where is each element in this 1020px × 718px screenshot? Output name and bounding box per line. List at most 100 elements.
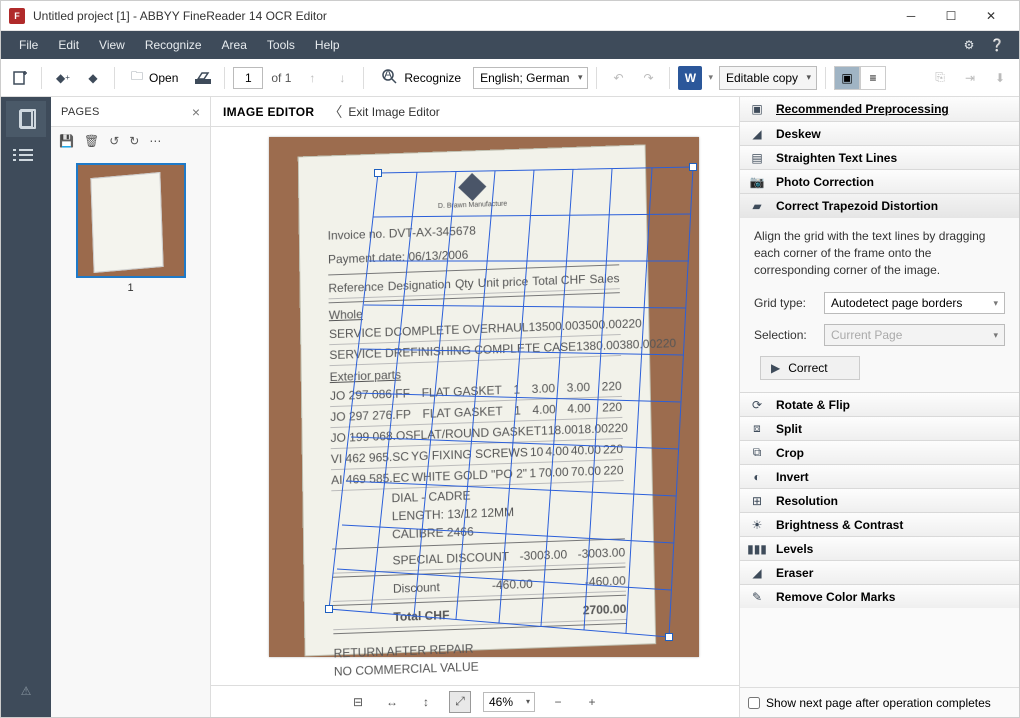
menu-area[interactable]: Area [212,34,257,56]
dropdown-caret-icon[interactable]: ▾ [706,72,715,83]
tool-deskew[interactable]: ◢ Deskew [740,121,1019,145]
tool-levels[interactable]: ▮▮▮ Levels [740,536,1019,560]
show-next-checkbox[interactable] [748,697,760,709]
word-icon[interactable]: W [678,66,702,90]
pages-stack-icon[interactable]: ◆ [80,65,106,91]
page-total-label: of 1 [267,71,295,85]
brightness-icon: ☀ [748,517,766,533]
text-view-icon[interactable]: ≡ [860,66,886,90]
selection-label: Selection: [754,328,816,342]
straighten-icon: ▤ [748,150,766,166]
zoom-select[interactable]: 46% [483,692,535,712]
tool-straighten[interactable]: ▤ Straighten Text Lines [740,145,1019,169]
maximize-button[interactable]: ☐ [931,2,971,30]
fit-width-icon[interactable]: ↔ [381,691,403,713]
recommended-icon: ▣ [748,101,766,117]
trapezoid-icon: ▰ [748,198,766,214]
settings-icon[interactable]: ⚙ [955,31,983,59]
menu-file[interactable]: File [9,34,48,56]
tool-trapezoid[interactable]: ▰ Correct Trapezoid Distortion [740,193,1019,217]
tool-brightness[interactable]: ☀ Brightness & Contrast [740,512,1019,536]
editable-copy-select[interactable]: Editable copy [719,66,817,90]
tool-invert[interactable]: ◐ Invert [740,464,1019,488]
right-tools-panel: ▣ Recommended Preprocessing ◢ Deskew ▤ S… [739,97,1019,717]
language-select[interactable]: English; German [473,67,588,89]
recognize-icon: A [380,67,398,88]
menubar: File Edit View Recognize Area Tools Help… [1,31,1019,59]
rotate-right-icon[interactable]: ↻ [129,134,139,148]
rail-list-icon[interactable] [6,137,46,173]
image-editor: IMAGE EDITOR 〈 Exit Image Editor D. Braw… [211,97,739,717]
exit-editor-button[interactable]: 〈 Exit Image Editor [328,102,439,122]
page-thumbnail[interactable] [76,163,186,278]
export-icon[interactable]: ⇥ [957,65,983,91]
scan-icon[interactable] [190,65,216,91]
menu-help[interactable]: Help [305,34,350,56]
fit-height-icon[interactable]: ↕ [415,691,437,713]
back-chevron-icon: 〈 [328,102,342,122]
minimize-button[interactable]: ─ [891,2,931,30]
tool-resolution[interactable]: ⊞ Resolution [740,488,1019,512]
tool-recommended[interactable]: ▣ Recommended Preprocessing [740,97,1019,121]
editor-title: IMAGE EDITOR [223,105,314,119]
editor-canvas[interactable]: D. Brawn Manufacture Invoice no. DVT-AX-… [211,127,739,685]
new-project-icon[interactable] [7,65,33,91]
close-window-button[interactable]: ✕ [971,2,1011,30]
tool-photo-correction[interactable]: 📷 Photo Correction [740,169,1019,193]
invert-icon: ◐ [748,469,766,485]
crop-icon: ⧉ [748,445,766,461]
rail-pages-icon[interactable] [6,101,46,137]
split-icon: ⧈ [748,421,766,437]
view-mode-group: ▣ ≡ [834,66,886,90]
rail-warning-icon[interactable]: ⚠ [6,673,46,709]
menu-tools[interactable]: Tools [257,34,305,56]
tool-remove-marks[interactable]: ✎ Remove Color Marks [740,584,1019,608]
recognize-label: Recognize [404,71,461,85]
exit-editor-label: Exit Image Editor [348,105,439,119]
toolbar: ◆+ ◆ 🗀 Open of 1 ↑ ↓ A Recognize English… [1,59,1019,97]
prev-page-icon[interactable]: ↑ [299,65,325,91]
menu-view[interactable]: View [89,34,135,56]
page-thumbnail-label: 1 [67,282,194,294]
zoom-out-icon[interactable]: − [547,691,569,713]
pages-panel: PAGES × 💾 🗑 ↺ ↻ ⋯ 1 [51,97,211,717]
recognize-button[interactable]: A Recognize [372,65,469,91]
language-value: English; German [480,71,569,85]
tool-rotate-flip[interactable]: ⟳ Rotate & Flip [740,392,1019,416]
more-icon[interactable]: ⋯ [149,134,161,148]
page-number-input[interactable] [233,67,263,89]
redo-icon[interactable]: ↷ [635,65,661,91]
help-icon[interactable]: ❔ [983,31,1011,59]
tool-eraser[interactable]: ◢ Eraser [740,560,1019,584]
add-page-icon[interactable]: ◆+ [50,65,76,91]
left-rail: ⚠ [1,97,51,717]
folder-icon: 🗀 [131,67,143,88]
trapezoid-body: Align the grid with the text lines by dr… [740,217,1019,392]
trapezoid-hint: Align the grid with the text lines by dr… [754,228,1005,278]
correct-button[interactable]: ▶ Correct [760,356,860,380]
zoom-bar: ⊟ ↔ ↕ ⤢ 46% − + [211,685,739,717]
grid-handle-br[interactable] [665,633,673,641]
deskew-icon: ◢ [748,126,766,142]
show-next-option[interactable]: Show next page after operation completes [740,687,1019,717]
image-view-icon[interactable]: ▣ [834,66,860,90]
tool-split[interactable]: ⧈ Split [740,416,1019,440]
menu-recognize[interactable]: Recognize [135,34,212,56]
delete-page-icon[interactable]: 🗑 [84,134,99,148]
menu-edit[interactable]: Edit [48,34,89,56]
next-page-icon[interactable]: ↓ [329,65,355,91]
grid-handle-tr[interactable] [689,163,697,171]
save-icon[interactable]: ⬇ [987,65,1013,91]
save-page-icon[interactable]: 💾 [59,134,74,148]
send-icon[interactable]: ⎘ [927,65,953,91]
grid-type-select[interactable]: Autodetect page borders [824,292,1005,314]
rotate-left-icon[interactable]: ↺ [109,134,119,148]
open-button[interactable]: 🗀 Open [123,65,186,91]
fit-page-icon[interactable]: ⊟ [347,691,369,713]
close-pages-panel-icon[interactable]: × [192,104,200,120]
rotate-icon: ⟳ [748,397,766,413]
undo-icon[interactable]: ↶ [605,65,631,91]
tool-crop[interactable]: ⧉ Crop [740,440,1019,464]
zoom-in-icon[interactable]: + [581,691,603,713]
fit-window-icon[interactable]: ⤢ [449,691,471,713]
